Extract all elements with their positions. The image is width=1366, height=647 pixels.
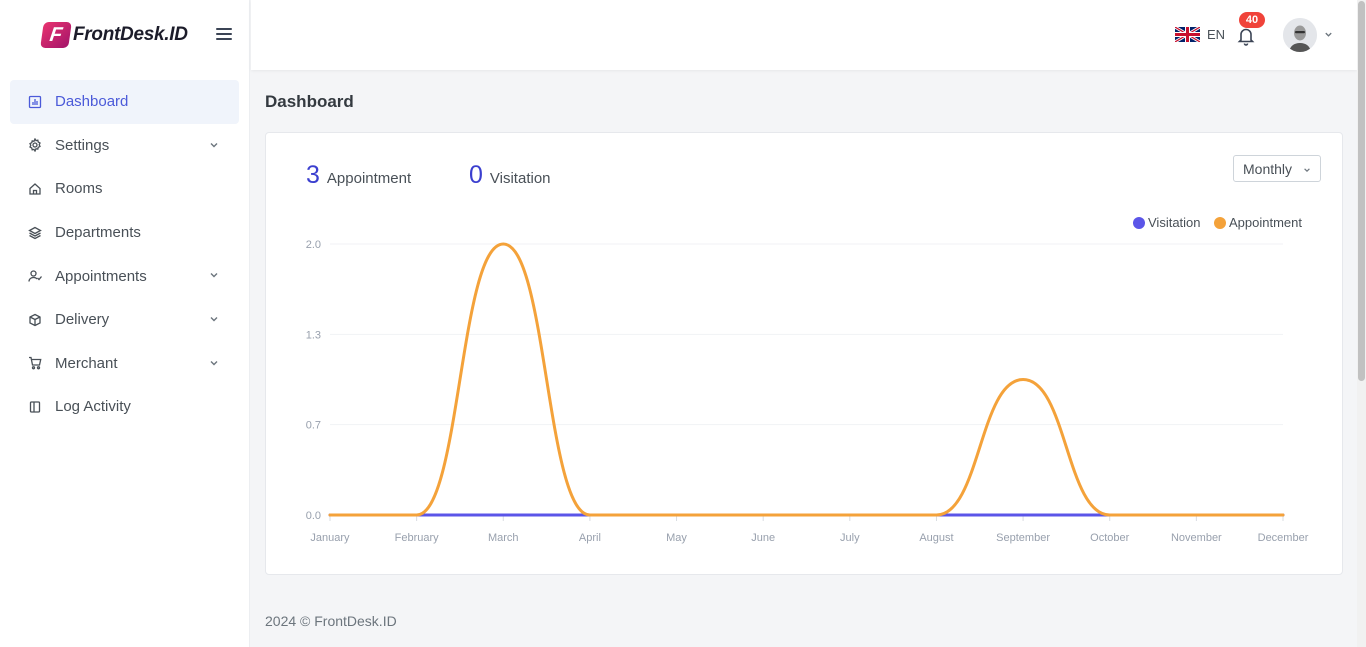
sidebar-item-label: Appointments <box>55 267 147 285</box>
x-tick-label: December <box>1258 532 1309 544</box>
legend-item-visitation[interactable]: Visitation <box>1133 215 1201 230</box>
sidebar-item-label: Rooms <box>55 180 103 198</box>
layers-icon <box>28 226 42 240</box>
line-chart: 0.0 0.7 1.3 2.0 January February March April May… <box>306 239 1309 544</box>
home-icon <box>28 182 42 196</box>
sidebar-item-label: Dashboard <box>55 93 129 111</box>
x-tick-label: November <box>1171 532 1222 544</box>
y-tick-label: 1.3 <box>306 329 321 341</box>
notification-badge: 40 <box>1239 12 1265 28</box>
sidebar-item-rooms[interactable]: Rooms <box>10 167 239 211</box>
x-tick-label: June <box>751 532 775 544</box>
x-tick-label: January <box>310 532 350 544</box>
stat-label: Appointment <box>326 170 412 187</box>
sidebar-item-label: Merchant <box>55 354 118 372</box>
sidebar-item-label: Delivery <box>55 311 110 329</box>
stat-appointment: 3 Appointment <box>306 161 411 190</box>
stat-value: 3 <box>306 161 320 189</box>
sidebar-item-log-activity[interactable]: Log Activity <box>10 385 239 429</box>
period-select[interactable]: Monthly <box>1233 155 1321 182</box>
package-icon <box>28 313 42 327</box>
y-tick-label: 0.7 <box>306 420 321 432</box>
x-tick-label: July <box>840 532 860 544</box>
cart-icon <box>28 356 42 370</box>
sidebar-item-departments[interactable]: Departments <box>10 211 239 255</box>
chart-bar-icon <box>28 95 42 109</box>
user-avatar-icon <box>1283 18 1317 52</box>
footer-copyright: 2024 © FrontDesk.ID <box>265 613 397 629</box>
chevron-down-icon <box>210 273 218 278</box>
scrollbar-thumb[interactable] <box>1358 1 1365 381</box>
legend-item-appointment[interactable]: Appointment <box>1214 215 1302 230</box>
chevron-down-icon <box>210 316 218 322</box>
sidebar-nav: Dashboard Settings Rooms Departments App… <box>0 80 249 429</box>
x-tick-label: March <box>488 532 519 544</box>
avatar[interactable] <box>1283 18 1317 52</box>
sidebar-item-dashboard[interactable]: Dashboard <box>10 80 239 124</box>
sidebar: F FrontDesk.ID Dashboard Settings Rooms <box>0 0 250 647</box>
legend-label: Appointment <box>1229 215 1302 230</box>
sidebar-item-settings[interactable]: Settings <box>10 124 239 168</box>
chevron-down-icon <box>1304 168 1310 173</box>
x-tick-label: May <box>666 532 687 544</box>
chevron-down-icon <box>210 360 218 366</box>
uk-flag-icon <box>1175 27 1200 42</box>
y-tick-label: 2.0 <box>306 239 321 251</box>
sidebar-item-delivery[interactable]: Delivery <box>10 298 239 342</box>
book-icon <box>28 400 42 414</box>
x-tick-label: April <box>579 532 601 544</box>
y-tick-label: 0.0 <box>306 510 321 522</box>
user-check-icon <box>28 269 42 283</box>
x-tick-label: February <box>395 532 440 544</box>
stat-label: Visitation <box>489 170 551 187</box>
sidebar-item-label: Log Activity <box>55 398 131 416</box>
brand: F FrontDesk.ID <box>0 0 249 70</box>
chevron-down-icon[interactable] <box>1324 30 1333 39</box>
stat-visitation: 0 Visitation <box>469 161 551 190</box>
legend-marker <box>1133 216 1145 229</box>
sidebar-item-label: Departments <box>55 224 141 242</box>
dashboard-card: 0.0 0.7 1.3 2.0 January February March April May… <box>265 132 1343 575</box>
brand-name[interactable]: FrontDesk.ID <box>73 24 188 46</box>
brand-logo-icon[interactable]: F <box>40 22 72 48</box>
series-line-appointment <box>328 242 1285 517</box>
language-label: EN <box>1207 27 1226 42</box>
legend-label: Visitation <box>1148 215 1201 230</box>
chevron-down-icon <box>210 142 218 148</box>
sidebar-item-label: Settings <box>55 136 110 154</box>
legend-marker <box>1214 216 1226 229</box>
x-tick-label: October <box>1090 532 1129 544</box>
stat-value: 0 <box>469 161 483 189</box>
hamburger-menu-icon[interactable] <box>216 25 232 45</box>
language-selector[interactable]: EN <box>1175 27 1225 42</box>
sidebar-item-appointments[interactable]: Appointments <box>10 254 239 298</box>
x-tick-label: September <box>996 532 1050 544</box>
bell-icon[interactable] <box>1237 26 1255 46</box>
period-select-value: Monthly <box>1243 160 1293 177</box>
x-tick-label: August <box>919 532 953 544</box>
page-title: Dashboard <box>265 92 354 111</box>
page-scrollbar[interactable] <box>1357 0 1366 647</box>
sidebar-item-merchant[interactable]: Merchant <box>10 342 239 386</box>
topbar: EN 40 <box>251 0 1357 70</box>
gear-icon <box>28 138 42 153</box>
